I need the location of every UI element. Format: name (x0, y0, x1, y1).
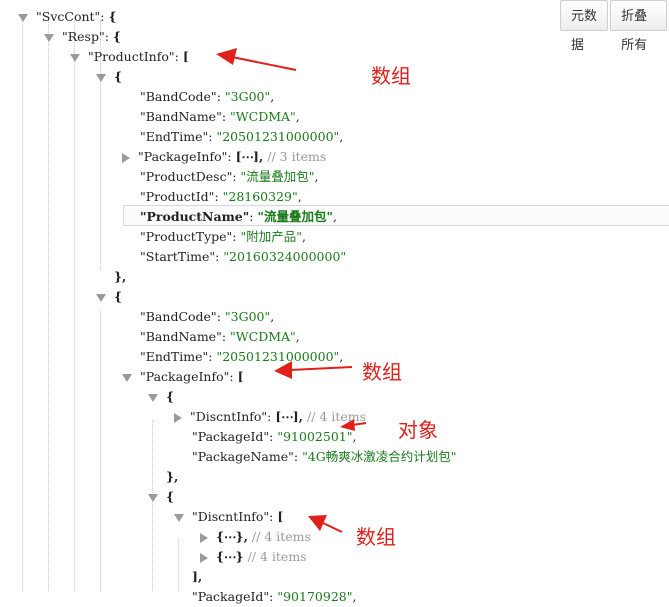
json-string-value: "90170928" (277, 589, 353, 604)
annotation-arrow-discnt-array (322, 522, 343, 533)
annotation-label-array-3: 数组 (356, 525, 396, 549)
annotation-label-object: 对象 (398, 418, 438, 442)
annotation-arrow-product-info (231, 56, 297, 71)
json-key: "PackageId" (192, 589, 270, 604)
annotation-label-array-2: 数组 (362, 360, 402, 384)
json-comma: , (352, 589, 357, 604)
annotation-arrow-package-info (289, 366, 353, 371)
annotation-arrows (216, 48, 367, 533)
annotation-label-array-1: 数组 (371, 64, 411, 88)
json-separator: : (269, 589, 278, 604)
